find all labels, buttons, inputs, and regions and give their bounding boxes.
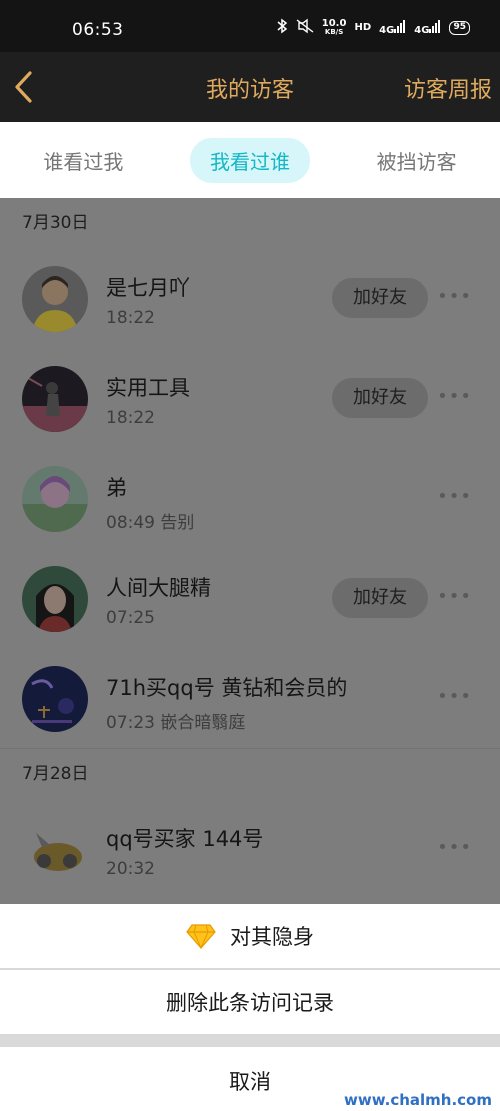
visitor-name: 是七月吖 (106, 276, 190, 300)
more-icon[interactable]: ••• (437, 586, 472, 607)
action-sheet: 对其隐身 删除此条访问记录 取消 www.chalmh.com (0, 904, 500, 1111)
date-header: 7月28日 (22, 764, 89, 784)
avatar[interactable] (22, 266, 88, 332)
list-item[interactable]: 弟 08:49 告别 ••• (0, 448, 500, 548)
list-item[interactable]: qq号买家 144号 20:32 ••• (0, 799, 500, 899)
more-icon[interactable]: ••• (437, 386, 472, 407)
tab-blocked-visitors[interactable]: 被挡访客 (357, 138, 477, 183)
signal-icon-1: 4G (379, 19, 406, 36)
site-watermark: www.chalmh.com (344, 1091, 492, 1109)
delete-visit-record-button[interactable]: 删除此条访问记录 (0, 970, 500, 1034)
list-item[interactable]: 人间大腿精 07:25 加好友 ••• (0, 548, 500, 648)
hide-label: 对其隐身 (230, 925, 314, 949)
visit-list: 7月30日 是七月吖 18:22 加好友 ••• 实用工具 18:22 加好友 … (0, 198, 500, 904)
status-bar: 06:53 10.0 KB/S HD 4G 4G 95 (0, 0, 500, 52)
list-item[interactable]: 实用工具 18:22 加好友 ••• (0, 348, 500, 448)
list-item[interactable]: 71h买qq号 黄钻和会员的 07:23 嵌合暗翳庭 ••• (0, 648, 500, 748)
signal-icon-2: 4G (414, 19, 441, 36)
avatar[interactable] (22, 466, 88, 532)
visitor-name: qq号买家 144号 (106, 827, 264, 851)
nav-bar: 我的访客 访客周报 (0, 52, 500, 122)
avatar[interactable] (22, 817, 88, 883)
more-icon[interactable]: ••• (437, 286, 472, 307)
mute-vibrate-icon (296, 18, 314, 37)
visitor-name: 人间大腿精 (106, 576, 211, 600)
diamond-icon (186, 923, 216, 950)
visit-time: 08:49 告别 (106, 513, 195, 533)
visitor-name: 71h买qq号 黄钻和会员的 (106, 676, 348, 700)
visitor-tabs: 谁看过我 我看过谁 被挡访客 (0, 122, 500, 198)
visit-time: 18:22 (106, 308, 155, 328)
visit-time: 18:22 (106, 408, 155, 428)
visitor-name: 实用工具 (106, 376, 190, 400)
visit-time: 07:23 嵌合暗翳庭 (106, 713, 246, 733)
battery-icon: 95 (449, 20, 470, 35)
status-time: 06:53 (72, 20, 124, 40)
avatar[interactable] (22, 566, 88, 632)
more-icon[interactable]: ••• (437, 686, 472, 707)
avatar[interactable] (22, 666, 88, 732)
more-icon[interactable]: ••• (437, 837, 472, 858)
status-icons: 10.0 KB/S HD 4G 4G 95 (276, 18, 470, 37)
visitor-name: 弟 (106, 476, 127, 500)
date-header: 7月30日 (22, 213, 89, 233)
visit-time: 20:32 (106, 859, 155, 879)
visitor-weekly-report-link[interactable]: 访客周报 (404, 72, 492, 104)
avatar[interactable] (22, 366, 88, 432)
visit-time: 07:25 (106, 608, 155, 628)
add-friend-button[interactable]: 加好友 (332, 278, 428, 318)
tab-who-viewed-me[interactable]: 谁看过我 (23, 138, 143, 183)
add-friend-button[interactable]: 加好友 (332, 578, 428, 618)
list-item[interactable]: 是七月吖 18:22 加好友 ••• (0, 248, 500, 348)
hd-badge: HD (354, 22, 372, 33)
network-speed: 10.0 KB/S (321, 17, 347, 36)
bluetooth-icon (276, 18, 288, 37)
tab-who-i-viewed[interactable]: 我看过谁 (189, 137, 310, 183)
more-icon[interactable]: ••• (437, 486, 472, 507)
add-friend-button[interactable]: 加好友 (332, 378, 428, 418)
hide-from-them-button[interactable]: 对其隐身 (0, 904, 500, 968)
